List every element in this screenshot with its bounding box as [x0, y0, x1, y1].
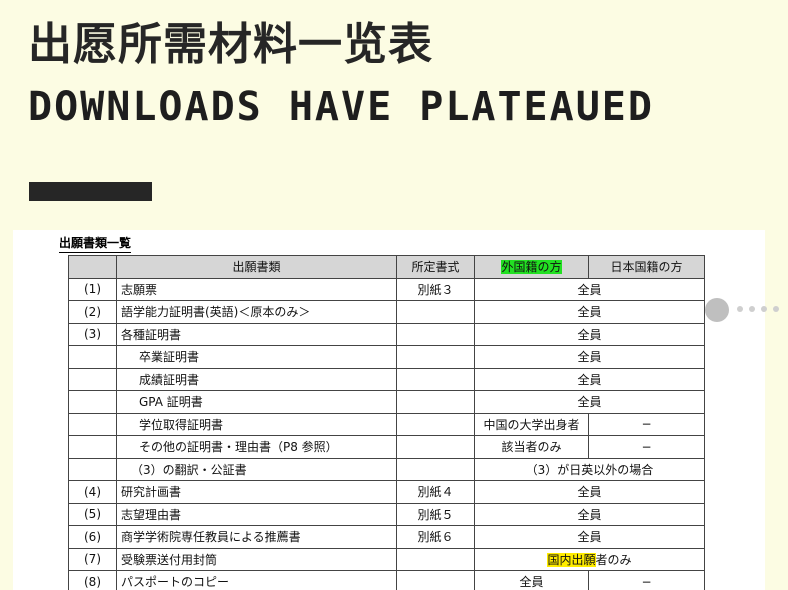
carousel-dot-active: [705, 298, 729, 322]
form-cell: [396, 570, 475, 590]
page-title: 出愿所需材料一览表: [28, 19, 433, 70]
row-number-cell: [68, 412, 117, 436]
form-cell: 別紙３: [396, 277, 475, 301]
form-cell: 別紙５: [396, 502, 475, 526]
applies-all-cell: 全員: [474, 502, 705, 526]
applies-all-cell: 全員: [474, 367, 705, 391]
document-name-cell: 研究計画書: [116, 480, 397, 504]
table-row: (6) 商学学術院専任教員による推薦書 別紙６ 全員: [68, 525, 705, 549]
table-row: その他の証明書・理由書（P8 参照） 該当者のみ −: [68, 435, 705, 459]
page-subtitle: DOWNLOADS HAVE PLATEAUED: [28, 84, 654, 130]
document-name-cell: （3）の翻訳・公証書: [116, 457, 397, 481]
form-cell: [396, 367, 475, 391]
row-number-cell: [68, 367, 117, 391]
document-name-cell: 学位取得証明書: [116, 412, 397, 436]
carousel-indicator: [705, 298, 788, 322]
carousel-dot: [749, 306, 755, 312]
table-row: (8) パスポートのコピー 全員 −: [68, 570, 705, 590]
highlighted-text: 国内出願: [547, 552, 596, 567]
form-cell: [396, 300, 475, 324]
applies-all-cell: （3）が日英以外の場合: [474, 457, 705, 481]
row-number-cell: (8): [68, 570, 117, 590]
document-name-cell: 卒業証明書: [116, 345, 397, 369]
document-name-cell: GPA 証明書: [116, 390, 397, 414]
column-header-document: 出願書類: [116, 255, 397, 279]
carousel-dot: [773, 306, 779, 312]
table-row: 学位取得証明書 中国の大学出身者 −: [68, 412, 705, 436]
row-number-cell: (6): [68, 525, 117, 549]
row-number-cell: (1): [68, 277, 117, 301]
document-name-cell: その他の証明書・理由書（P8 参照）: [116, 435, 397, 459]
row-number-cell: (5): [68, 502, 117, 526]
row-number-cell: (4): [68, 480, 117, 504]
foreign-applicant-cell: 全員: [474, 570, 589, 590]
document-name-cell: 各種証明書: [116, 322, 397, 346]
document-heading: 出願書類一覧: [59, 234, 132, 253]
table-header-row: 出願書類 所定書式 外国籍の方 日本国籍の方: [68, 255, 705, 279]
form-cell: [396, 435, 475, 459]
foreign-applicant-cell: 中国の大学出身者: [474, 412, 589, 436]
document-name-cell: 商学学術院専任教員による推薦書: [116, 525, 397, 549]
form-cell: [396, 547, 475, 571]
column-header-foreign-label: 外国籍の方: [501, 260, 562, 275]
table-row: 成績証明書 全員: [68, 367, 705, 391]
form-cell: [396, 322, 475, 346]
table-row: (7) 受験票送付用封筒 国内出願者のみ: [68, 547, 705, 571]
document-name-cell: 語学能力証明書(英語)＜原本のみ＞: [116, 300, 397, 324]
row-number-cell: (7): [68, 547, 117, 571]
table-row: (3) 各種証明書 全員: [68, 322, 705, 346]
document-name-cell: 志望理由書: [116, 502, 397, 526]
document-name-cell: 受験票送付用封筒: [116, 547, 397, 571]
column-header-form: 所定書式: [396, 255, 475, 279]
applies-all-cell: 全員: [474, 322, 705, 346]
table-row: (2) 語学能力証明書(英語)＜原本のみ＞ 全員: [68, 300, 705, 324]
applies-all-cell: 全員: [474, 300, 705, 324]
carousel-dot: [737, 306, 743, 312]
carousel-dot: [761, 306, 767, 312]
table-row: (5) 志望理由書 別紙５ 全員: [68, 502, 705, 526]
table-row: （3）の翻訳・公証書 （3）が日英以外の場合: [68, 457, 705, 481]
row-number-cell: [68, 435, 117, 459]
cell-text: 者のみ: [595, 552, 632, 567]
row-number-cell: [68, 390, 117, 414]
applies-all-cell: 全員: [474, 277, 705, 301]
table-row: GPA 証明書 全員: [68, 390, 705, 414]
form-cell: [396, 345, 475, 369]
table-row: 卒業証明書 全員: [68, 345, 705, 369]
foreign-applicant-cell: 該当者のみ: [474, 435, 589, 459]
japanese-applicant-cell: −: [588, 570, 705, 590]
applies-all-cell: 全員: [474, 480, 705, 504]
requirements-table: 出願書類 所定書式 外国籍の方 日本国籍の方 (1) 志願票 別紙３ 全員 (2) 語学能…: [68, 255, 705, 590]
column-header-japanese: 日本国籍の方: [588, 255, 705, 279]
japanese-applicant-cell: −: [588, 412, 705, 436]
document-name-cell: 志願票: [116, 277, 397, 301]
form-cell: 別紙６: [396, 525, 475, 549]
applies-all-cell: 全員: [474, 345, 705, 369]
japanese-applicant-cell: −: [588, 435, 705, 459]
form-cell: [396, 457, 475, 481]
row-number-cell: [68, 345, 117, 369]
column-header-number: [68, 255, 117, 279]
document-name-cell: パスポートのコピー: [116, 570, 397, 590]
column-header-foreign: 外国籍の方: [474, 255, 589, 279]
applies-all-cell: 国内出願者のみ: [474, 547, 705, 571]
document-image: 出願書類一覧 出願書類 所定書式 外国籍の方 日本国籍の方 (1) 志願票 別紙３ 全…: [13, 230, 765, 590]
applies-all-cell: 全員: [474, 390, 705, 414]
form-cell: [396, 412, 475, 436]
form-cell: [396, 390, 475, 414]
decorative-bar: [29, 182, 152, 201]
row-number-cell: (2): [68, 300, 117, 324]
form-cell: 別紙４: [396, 480, 475, 504]
table-row: (1) 志願票 別紙３ 全員: [68, 277, 705, 301]
row-number-cell: [68, 457, 117, 481]
applies-all-cell: 全員: [474, 525, 705, 549]
row-number-cell: (3): [68, 322, 117, 346]
table-row: (4) 研究計画書 別紙４ 全員: [68, 480, 705, 504]
document-name-cell: 成績証明書: [116, 367, 397, 391]
